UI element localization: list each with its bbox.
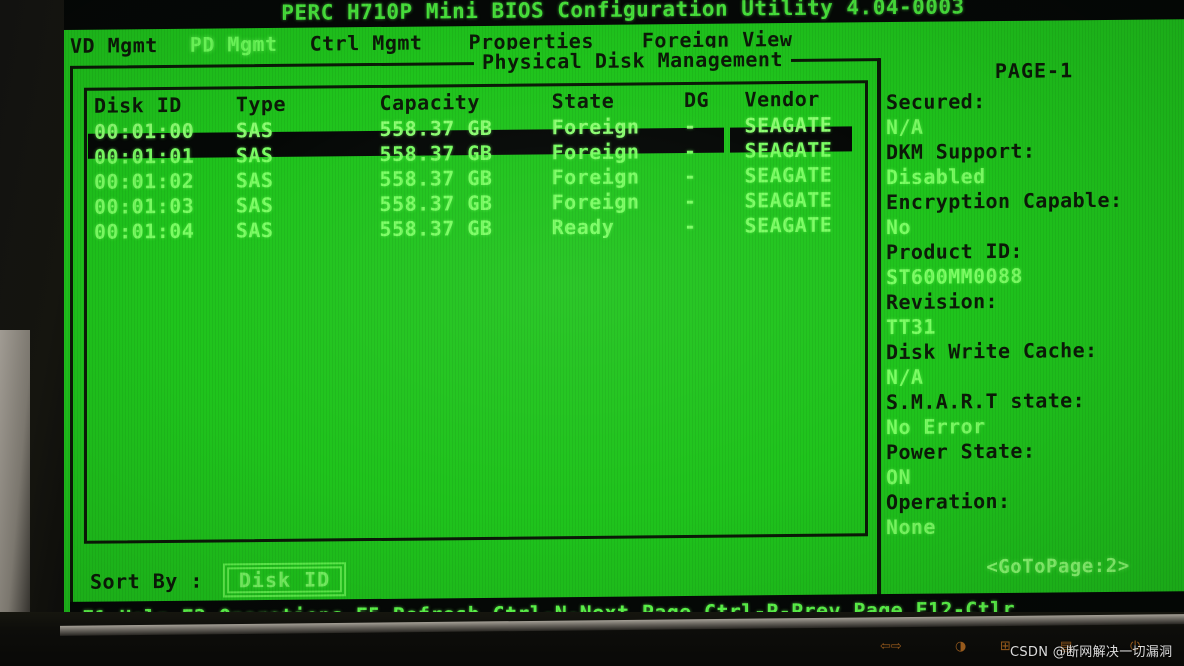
detail-key-power-state: Power State: xyxy=(886,438,1036,465)
detail-value-secured: N/A xyxy=(886,114,924,140)
disk-details-panel: PAGE-1 Secured: N/A DKM Support: Disable… xyxy=(886,57,1182,540)
cell-type: SAS xyxy=(235,217,274,242)
cell-type: SAS xyxy=(235,167,274,192)
detail-key-disk-write-cache: Disk Write Cache: xyxy=(886,338,1098,365)
cell-dg: - xyxy=(684,163,697,188)
cell-disk-id: 00:01:00 xyxy=(94,118,195,144)
menu-item-vd-mgmt[interactable]: VD Mgmt xyxy=(70,33,158,58)
cell-dg: - xyxy=(684,188,697,213)
cell-capacity: 558.37 GB xyxy=(379,215,493,241)
column-header-capacity: Capacity xyxy=(379,89,480,115)
cell-disk-id: 00:01:03 xyxy=(94,193,195,219)
detail-value-disk-write-cache: N/A xyxy=(886,364,924,390)
goto-page-link[interactable]: <GoToPage:2> xyxy=(934,554,1182,578)
detail-key-encryption-capable: Encryption Capable: xyxy=(886,187,1123,215)
cell-disk-id: 00:01:04 xyxy=(94,218,195,244)
detail-value-product-id: ST600MM0088 xyxy=(886,263,1023,290)
sort-by-value[interactable]: Disk ID xyxy=(222,562,347,598)
sort-by-control: Sort By : Disk ID xyxy=(90,562,347,598)
cell-state: Foreign xyxy=(551,138,640,164)
menu-item-pd-mgmt[interactable]: PD Mgmt xyxy=(190,32,278,57)
app-title: PERC H710P Mini BIOS Configuration Utili… xyxy=(281,0,965,25)
monitor-brightness-button-icon[interactable]: ◑ xyxy=(955,639,966,654)
cell-state: Ready xyxy=(551,214,615,239)
cell-dg: - xyxy=(684,113,697,138)
cell-vendor: SEAGATE xyxy=(744,137,833,162)
cell-disk-id: 00:01:01 xyxy=(94,143,195,169)
column-header-disk-id: Disk ID xyxy=(94,92,182,118)
detail-value-power-state: ON xyxy=(886,464,911,490)
cell-type: SAS xyxy=(235,192,274,217)
detail-value-dkm-support: Disabled xyxy=(886,164,986,190)
detail-key-product-id: Product ID: xyxy=(886,238,1023,265)
cell-capacity: 558.37 GB xyxy=(379,140,493,166)
csdn-watermark: CSDN @断网解决一切漏洞 xyxy=(1010,645,1173,660)
detail-key-revision: Revision: xyxy=(886,289,998,315)
panel-title: Physical Disk Management xyxy=(474,47,791,75)
menu-item-ctrl-mgmt[interactable]: Ctrl Mgmt xyxy=(310,31,423,56)
cell-capacity: 558.37 GB xyxy=(379,115,493,141)
cell-vendor: SEAGATE xyxy=(744,212,833,237)
cell-state: Foreign xyxy=(551,163,640,189)
cell-vendor: SEAGATE xyxy=(744,162,833,187)
detail-key-dkm-support: DKM Support: xyxy=(886,138,1036,165)
cell-vendor: SEAGATE xyxy=(744,187,833,212)
detail-key-smart-state: S.M.A.R.T state: xyxy=(886,388,1086,415)
column-header-type: Type xyxy=(235,91,286,116)
cell-type: SAS xyxy=(235,142,274,167)
detail-value-smart-state: No Error xyxy=(886,414,986,440)
cell-capacity: 558.37 GB xyxy=(379,190,493,216)
detail-key-secured: Secured: xyxy=(886,89,986,115)
detail-value-encryption-capable: No xyxy=(886,214,911,240)
cell-vendor: SEAGATE xyxy=(744,112,833,137)
detail-value-operation: None xyxy=(886,514,936,540)
cell-state: Foreign xyxy=(551,188,640,214)
details-page-label: PAGE-1 xyxy=(994,58,1074,84)
cell-state: Foreign xyxy=(551,113,640,139)
column-header-dg: DG xyxy=(684,87,710,112)
cell-dg: - xyxy=(684,138,697,163)
sort-by-label: Sort By : xyxy=(90,568,203,594)
cell-dg: - xyxy=(684,213,697,238)
cell-disk-id: 00:01:02 xyxy=(94,168,195,194)
column-header-vendor: Vendor xyxy=(744,86,820,111)
detail-value-revision: TT31 xyxy=(886,314,936,340)
crt-screen: PERC H710P Mini BIOS Configuration Utili… xyxy=(62,0,1184,640)
panel-divider xyxy=(878,58,881,601)
detail-key-operation: Operation: xyxy=(886,488,1011,515)
cell-type: SAS xyxy=(235,117,274,142)
cell-capacity: 558.37 GB xyxy=(379,165,493,191)
screenshot-root: PERC H710P Mini BIOS Configuration Utili… xyxy=(0,0,1184,666)
monitor-source-button-icon[interactable]: ⇦⇨ xyxy=(880,639,902,654)
column-header-state: State xyxy=(551,88,615,113)
physical-disk-table: Disk ID Type Capacity State DG Vendor 00… xyxy=(88,84,858,243)
